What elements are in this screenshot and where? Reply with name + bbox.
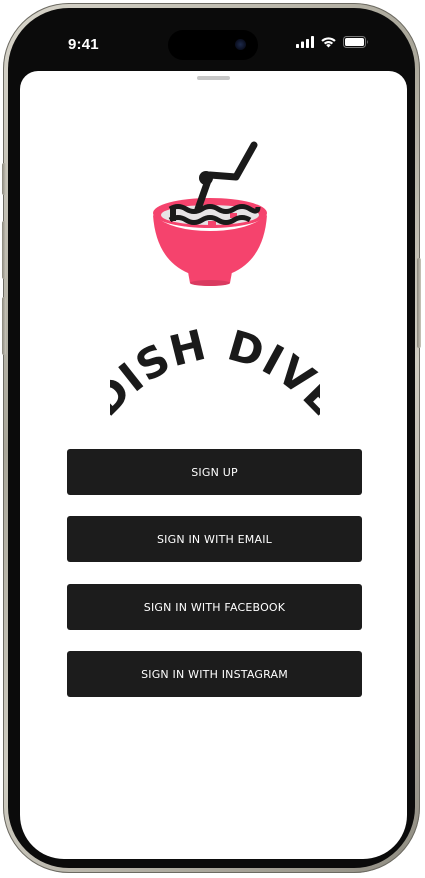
- dynamic-island: [168, 30, 258, 60]
- battery-icon: [343, 36, 368, 48]
- volume-down-button: [2, 297, 6, 355]
- front-camera-icon: [235, 39, 246, 50]
- sheet-grabber[interactable]: [197, 76, 230, 80]
- sign-in-facebook-button[interactable]: SIGN IN WITH FACEBOOK: [67, 584, 362, 630]
- app-logo-text: DISH DIVE: [110, 320, 320, 417]
- svg-text:DISH DIVE: DISH DIVE: [110, 320, 320, 417]
- wifi-icon: [321, 37, 336, 48]
- status-icons: [296, 36, 369, 48]
- volume-up-button: [2, 221, 6, 279]
- silent-switch: [2, 163, 6, 195]
- sign-in-instagram-button[interactable]: SIGN IN WITH INSTAGRAM: [67, 651, 362, 697]
- app-logo-wordmark: DISH DIVE: [110, 320, 320, 417]
- status-bar: 9:41: [20, 22, 405, 70]
- status-time: 9:41: [68, 36, 99, 53]
- auth-sheet: DISH DIVE SIGN UP SIGN IN WITH EMAIL SIG…: [20, 71, 407, 859]
- power-button: [417, 258, 421, 348]
- sign-in-email-button[interactable]: SIGN IN WITH EMAIL: [67, 516, 362, 562]
- sign-up-button[interactable]: SIGN UP: [67, 449, 362, 495]
- cellular-signal-icon: [296, 36, 314, 48]
- bowl-diver-icon: [153, 141, 267, 286]
